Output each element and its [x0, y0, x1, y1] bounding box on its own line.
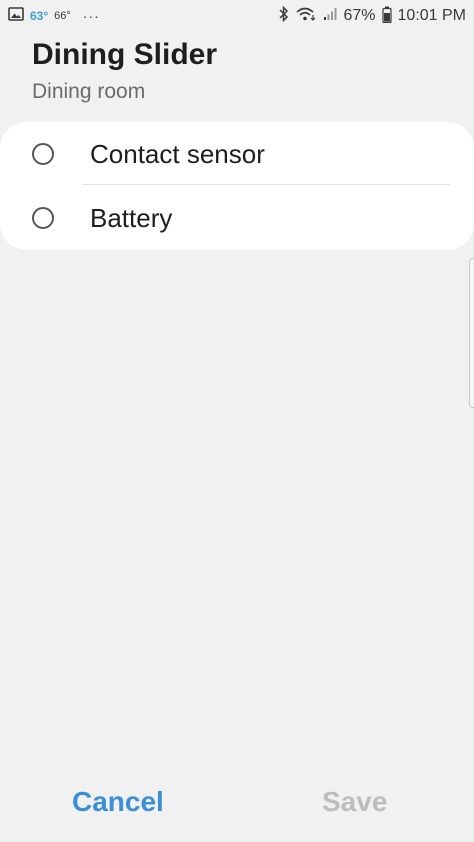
option-battery[interactable]: Battery	[0, 186, 474, 250]
options-card: Contact sensor Battery	[0, 122, 474, 250]
high-temperature: 66°	[54, 10, 71, 22]
divider	[82, 184, 450, 185]
option-contact-sensor[interactable]: Contact sensor	[0, 122, 474, 186]
save-button[interactable]: Save	[322, 786, 387, 818]
clock: 10:01 PM	[397, 7, 466, 24]
battery-icon	[381, 6, 392, 27]
status-bar-right: 67% 10:01 PM	[279, 5, 466, 27]
action-bar: Cancel Save	[0, 778, 474, 838]
gallery-icon	[8, 7, 24, 25]
cancel-button[interactable]: Cancel	[72, 786, 164, 818]
signal-icon	[323, 7, 337, 25]
page-subtitle: Dining room	[32, 80, 146, 103]
more-notifications-icon: ···	[82, 8, 100, 24]
wifi-icon	[295, 6, 317, 26]
radio-button-contact-sensor[interactable]	[32, 143, 54, 165]
bluetooth-icon	[279, 5, 289, 26]
page-title: Dining Slider	[32, 38, 218, 71]
battery-percentage: 67%	[343, 7, 376, 24]
option-label: Battery	[90, 202, 173, 233]
scroll-indicator[interactable]	[469, 258, 474, 408]
status-bar: 63° 66° ··· 67% 10:01 PM	[0, 0, 474, 32]
option-label: Contact sensor	[90, 138, 265, 169]
status-bar-left: 63° 66° ···	[8, 7, 100, 25]
current-temperature: 63°	[30, 9, 49, 23]
radio-button-battery[interactable]	[32, 207, 54, 229]
